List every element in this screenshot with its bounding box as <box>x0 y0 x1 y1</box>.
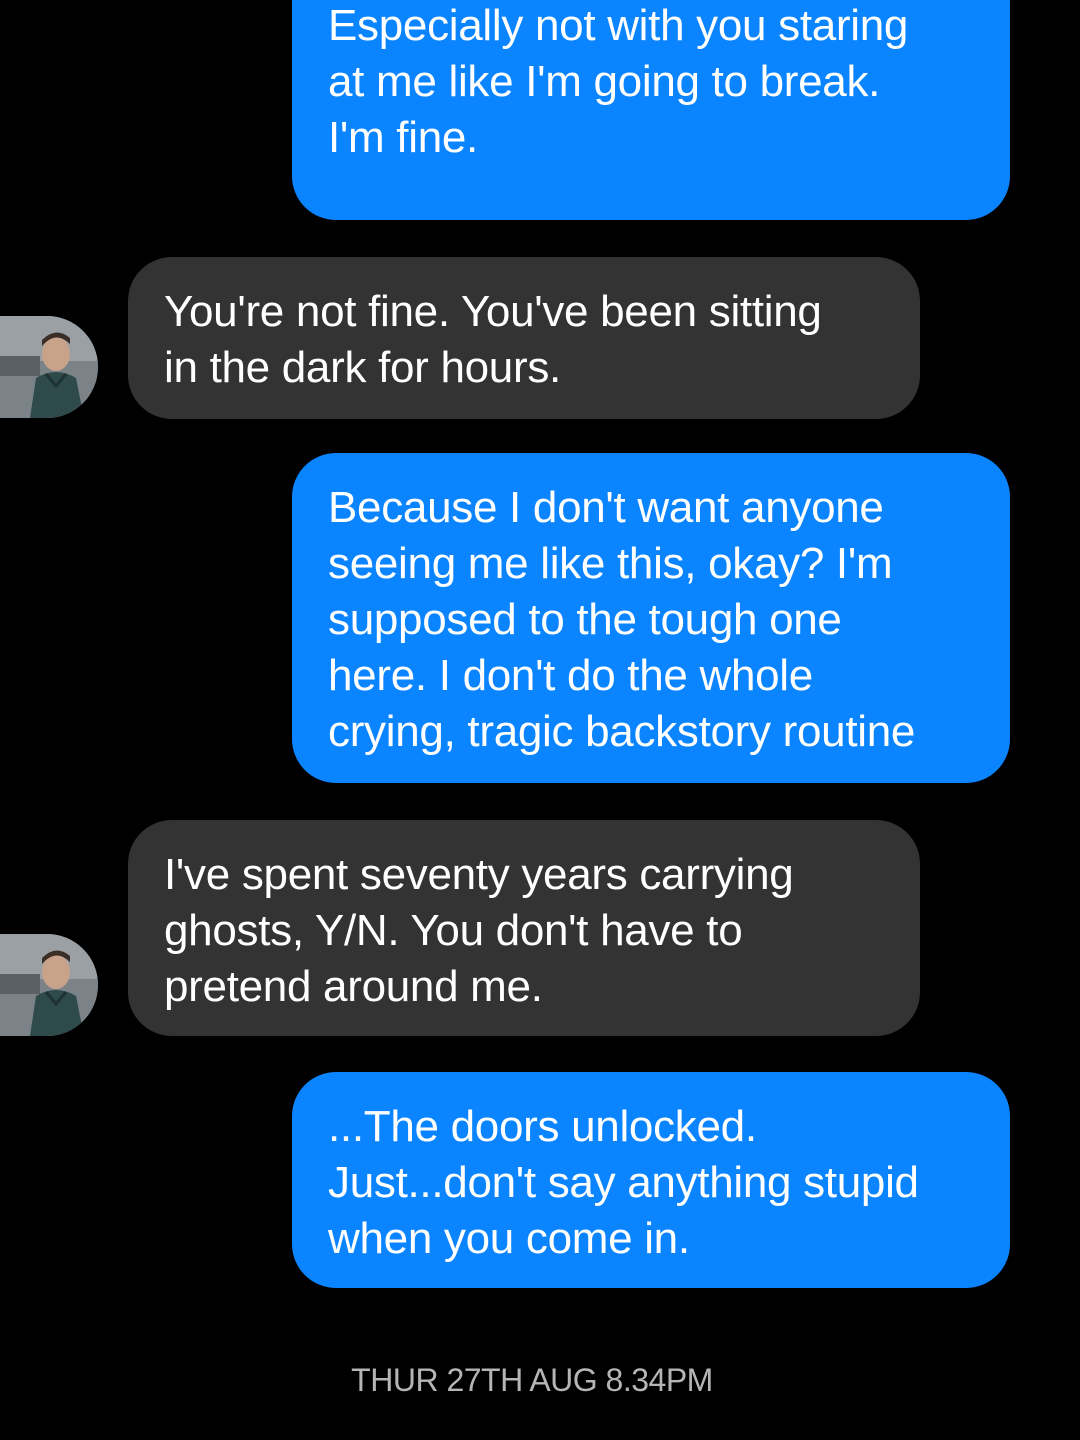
message-bubble-received[interactable]: I've spent seventy years carrying ghosts… <box>128 820 920 1036</box>
contact-avatar-icon[interactable] <box>0 316 98 418</box>
contact-avatar-icon[interactable] <box>0 934 98 1036</box>
message-thread[interactable]: I don't want to talk about it. Especiall… <box>0 0 1080 1440</box>
message-bubble-sent[interactable]: Because I don't want anyone seeing me li… <box>292 453 1010 783</box>
message-timestamp: THUR 27TH AUG 8.34PM <box>351 1362 713 1398</box>
message-bubble-sent[interactable]: ...The doors unlocked. Just...don't say … <box>292 1072 1010 1288</box>
message-bubble-sent[interactable]: I don't want to talk about it. Especiall… <box>292 0 1010 220</box>
message-bubble-received[interactable]: You're not fine. You've been sitting in … <box>128 257 920 419</box>
avatar-photo <box>0 316 98 418</box>
avatar-photo <box>0 934 98 1036</box>
